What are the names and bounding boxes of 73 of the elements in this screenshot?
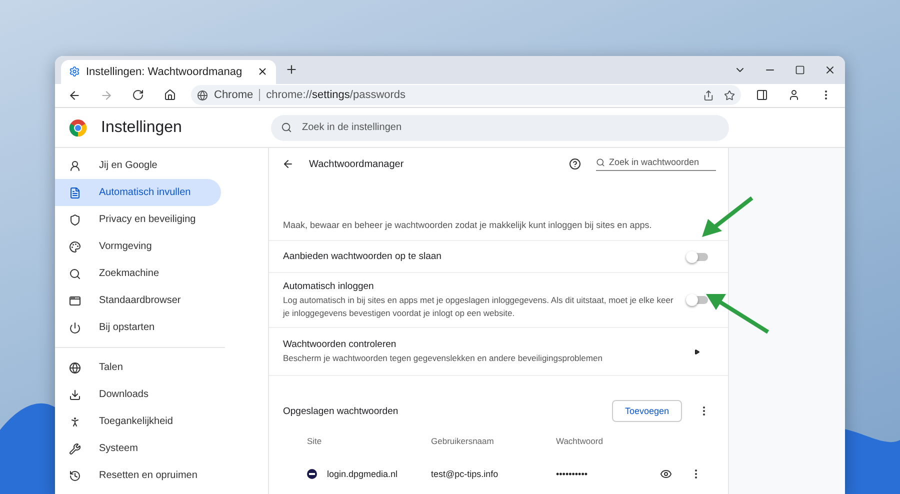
- gear-icon: [69, 66, 80, 77]
- download-icon: [69, 388, 81, 401]
- close-icon: [824, 64, 836, 76]
- person-figure-icon: [69, 416, 81, 428]
- password-check-row[interactable]: Wachtwoorden controleren Bescherm je wachtwoorden tegen gegevenslekken en andere beveiligingsproblemen: [269, 328, 728, 376]
- row-description: Bescherm je wachtwoorden tegen gegevenslekken en andere beveiligingsproblemen: [283, 352, 604, 364]
- sidebar-item[interactable]: Jij en Google: [55, 152, 221, 180]
- annotation-arrow: [706, 294, 770, 334]
- setting-title: Aanbieden wachtwoorden op te slaan: [283, 251, 442, 262]
- back-arrow-icon: [68, 88, 80, 102]
- person-icon: [788, 89, 800, 102]
- power-icon: [69, 322, 81, 334]
- site-favicon-icon: [307, 469, 317, 479]
- home-icon: [164, 89, 176, 102]
- password-search-field[interactable]: Zoek in wachtwoorden: [596, 157, 716, 172]
- chrome-logo-icon: [69, 118, 87, 137]
- sidebar-item[interactable]: Privacy en beveiliging: [55, 206, 221, 234]
- share-icon: [703, 90, 714, 101]
- sidebar-item[interactable]: Vormgeving: [55, 233, 221, 260]
- sidebar-item[interactable]: Systeem: [55, 435, 221, 462]
- eye-icon: [660, 468, 672, 480]
- setting-title: Automatisch inloggen: [283, 281, 375, 292]
- site-chip: Chrome: [214, 89, 260, 102]
- address-bar[interactable]: Chrome chrome://settings/passwords: [191, 85, 741, 106]
- add-button[interactable]: Toevoegen: [612, 400, 682, 422]
- sidebar-item[interactable]: Zoekmachine: [55, 260, 221, 288]
- browser-tab[interactable]: Instellingen: Wachtwoordmanag: [61, 60, 276, 84]
- history-icon: [69, 470, 81, 482]
- shield-icon: [69, 214, 81, 226]
- sidebar-item[interactable]: Talen: [55, 354, 221, 382]
- form-icon: [69, 186, 81, 199]
- back-arrow-icon: [282, 158, 294, 170]
- sidebar-item[interactable]: Bij opstarten: [55, 314, 221, 342]
- sidebar-item[interactable]: Automatisch invullen: [55, 179, 221, 206]
- sidebar-item[interactable]: Resetten en opruimen: [55, 462, 221, 490]
- palette-icon: [69, 240, 81, 253]
- maximize-icon: [795, 64, 805, 75]
- page-title: Wachtwoordmanager: [309, 158, 405, 170]
- section-title: Opgeslagen wachtwoorden: [283, 406, 400, 416]
- globe-icon: [197, 90, 208, 101]
- forward-arrow-icon: [100, 88, 112, 102]
- sidebar-item[interactable]: Downloads: [55, 381, 221, 408]
- help-icon: [569, 158, 581, 170]
- person-icon: [69, 160, 81, 172]
- search-icon: [281, 122, 292, 134]
- chevron-icon: [694, 348, 700, 354]
- search-icon: [69, 268, 81, 280]
- column-header: Site: [307, 435, 323, 448]
- username-cell-text: test@pc-tips.info: [431, 468, 500, 481]
- side-panel-icon: [756, 89, 768, 102]
- plus-icon: [284, 63, 298, 76]
- url-text: chrome://settings/passwords: [266, 89, 406, 102]
- password-cell-text: ••••••••••: [556, 468, 589, 481]
- setting-description: Log automatisch in bij sites en apps met je opgeslagen inloggegevens. Als dit uitstaat, moet je elke keer je inloggegevens bevestigen voordat je inlogt op een website.: [283, 294, 674, 319]
- tab-title: Instellingen: Wachtwoordmanag: [86, 66, 244, 78]
- sidebar-item[interactable]: Standaardbrowser: [55, 287, 221, 314]
- search-icon: [596, 158, 605, 167]
- globe-icon: [69, 362, 81, 374]
- toggle-switch[interactable]: [688, 252, 708, 261]
- reload-icon: [132, 89, 144, 102]
- wrench-icon: [69, 442, 81, 455]
- site-cell: login.dpgmedia.nl: [327, 469, 398, 479]
- annotation-arrow: [702, 196, 754, 237]
- close-icon: [257, 66, 268, 77]
- column-header: Wachtwoord: [556, 435, 604, 448]
- star-icon: [724, 90, 735, 101]
- column-header: Gebruikersnaam: [431, 435, 495, 448]
- settings-title: Instellingen: [101, 118, 183, 137]
- sidebar-item[interactable]: Toegankelijkheid: [55, 408, 221, 436]
- settings-search-field[interactable]: Zoek in de instellingen: [271, 114, 729, 141]
- window-icon: [69, 294, 81, 307]
- row-title: Wachtwoorden controleren: [283, 338, 398, 350]
- toggle-switch[interactable]: [688, 296, 708, 304]
